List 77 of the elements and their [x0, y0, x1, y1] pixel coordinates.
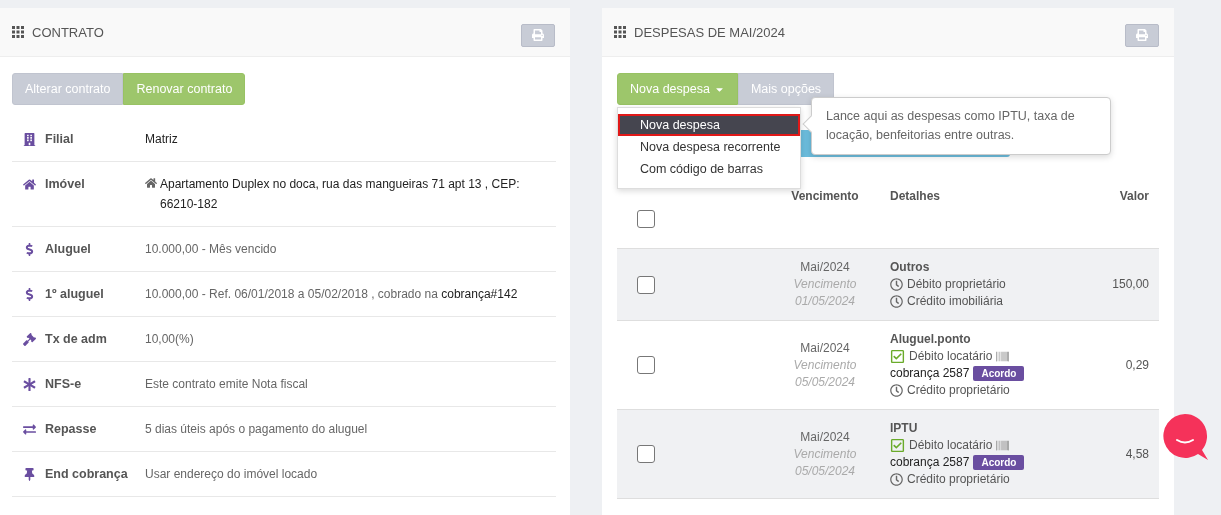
- row-checkbox[interactable]: [637, 275, 655, 294]
- due-date: 05/05/2024: [794, 373, 856, 391]
- entry-status: Crédito proprietário: [907, 382, 1010, 399]
- arrows-icon: [23, 422, 36, 436]
- menu-item[interactable]: Com código de barras: [618, 158, 800, 180]
- panel-title: DESPESAS DE MAI/2024: [634, 24, 785, 40]
- asterisk-icon: [23, 377, 36, 391]
- select-all-checkbox[interactable]: [637, 210, 655, 228]
- tooltip-text: Lance aqui as despesas como IPTU, taxa de locação, benfeitorias entre outras.: [826, 109, 1075, 142]
- printer-icon: [1136, 29, 1148, 41]
- field-label: Aluguel: [45, 241, 91, 258]
- dollar-icon: [23, 242, 36, 256]
- entry-status: Débito locatário: [909, 437, 993, 454]
- clock-icon: [890, 473, 903, 486]
- house-icon: [145, 177, 157, 189]
- grid-icon: [614, 26, 626, 38]
- expense-category: IPTU: [890, 420, 918, 437]
- agreement-tag: Acordo: [973, 366, 1025, 381]
- field-value: Este contrato emite Nota fiscal: [145, 377, 308, 391]
- due-date: 05/05/2024: [794, 462, 856, 480]
- billing-link[interactable]: cobrança#142: [441, 287, 518, 301]
- field-label: Tx de adm: [45, 331, 107, 348]
- due-month: Mai/2024: [800, 428, 850, 446]
- gavel-icon: [23, 332, 36, 346]
- due-month: Mai/2024: [800, 339, 850, 357]
- due-date: 01/05/2024: [794, 293, 856, 310]
- barcode-icon[interactable]: [996, 439, 1010, 452]
- barcode-icon[interactable]: [996, 350, 1010, 363]
- dollar-icon: [23, 287, 36, 301]
- chat-icon[interactable]: [1162, 413, 1209, 461]
- expense-amount: 4,58: [1125, 445, 1150, 463]
- billing-text: cobrança 2587: [890, 454, 970, 471]
- entry-status: Crédito imobiliária: [907, 293, 1004, 310]
- grid-icon: [12, 26, 24, 38]
- expense-amount: 0,29: [1125, 356, 1150, 374]
- field-value: 5 dias úteis após o pagamento do aluguel: [145, 422, 368, 436]
- billing-text: cobrança 2587: [890, 365, 970, 382]
- column-header: Vencimento: [791, 188, 859, 205]
- clock-icon: [890, 278, 903, 291]
- menu-item[interactable]: Nova despesa: [618, 114, 800, 136]
- due-month: Mai/2024: [800, 259, 850, 276]
- field-value: Usar endereço do imóvel locado: [145, 467, 318, 481]
- due-label: Vencimento: [793, 445, 857, 463]
- panel-title: CONTRATO: [32, 24, 104, 40]
- agreement-tag: Acordo: [973, 455, 1025, 470]
- house-icon: [23, 177, 36, 191]
- field-value: 10.000,00 - Ref. 06/01/2018 a 05/02/2018 , cobrado na: [145, 287, 438, 301]
- menu-item[interactable]: Nova despesa recorrente: [618, 136, 800, 158]
- due-label: Vencimento: [793, 276, 857, 293]
- entry-status: Débito locatário: [909, 348, 993, 365]
- field-label: 1º aluguel: [45, 286, 104, 303]
- field-label: NFS-e: [45, 376, 82, 393]
- field-value: Matriz: [145, 132, 178, 146]
- row-checkbox[interactable]: [637, 445, 655, 463]
- clock-icon: [890, 295, 903, 308]
- entry-status: Crédito proprietário: [907, 471, 1010, 488]
- expense-category: Aluguel.ponto: [890, 331, 971, 348]
- entry-status: Débito proprietário: [907, 276, 1006, 293]
- expense-amount: 150,00: [1112, 276, 1150, 293]
- column-header: Valor: [1119, 188, 1150, 205]
- field-label: Repasse: [45, 421, 97, 438]
- clock-icon: [890, 384, 903, 397]
- pin-icon: [23, 467, 36, 481]
- field-value: 10.000,00 - Mês vencido: [145, 242, 277, 256]
- field-label: Filial: [45, 131, 74, 148]
- printer-icon: [532, 29, 544, 41]
- field-label: Imóvel: [45, 176, 85, 193]
- building-icon: [23, 132, 36, 146]
- field-label: End cobrança: [45, 466, 128, 483]
- column-header: Detalhes: [890, 188, 941, 205]
- row-checkbox[interactable]: [637, 356, 655, 374]
- expense-category: Outros: [890, 259, 930, 276]
- field-value: 10,00(%): [145, 332, 194, 346]
- check-icon: [890, 438, 905, 453]
- check-icon: [890, 349, 905, 364]
- field-value: Apartamento Duplex no doca, rua das mangueiras 71 apt 13 , CEP: 66210-182: [160, 177, 520, 211]
- due-label: Vencimento: [793, 356, 857, 374]
